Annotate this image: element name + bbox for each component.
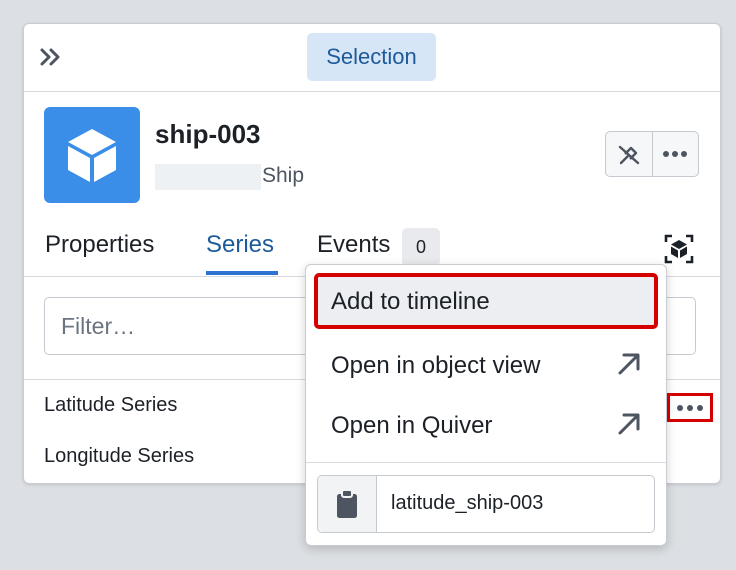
object-actions [605, 131, 699, 177]
tab-events[interactable]: Events [317, 231, 390, 259]
menu-item-add-to-timeline[interactable]: Add to timeline [314, 273, 658, 329]
double-chevron-right-icon[interactable] [36, 44, 66, 70]
object-focus-icon [664, 234, 694, 264]
series-context-menu: Add to timeline Open in object view Open… [305, 264, 667, 546]
menu-item-open-in-quiver[interactable]: Open in Quiver [314, 397, 658, 453]
object-type-placeholder-bar [155, 164, 261, 190]
cube-icon [44, 107, 140, 203]
tab-series[interactable]: Series [206, 231, 274, 259]
menu-item-label: Open in Quiver [331, 412, 493, 439]
filter-input[interactable] [45, 298, 301, 354]
arrow-up-right-icon [614, 409, 644, 446]
series-item-latitude[interactable]: Latitude Series [44, 394, 177, 417]
copy-series-id-field: latitude_ship-003 [317, 475, 655, 533]
tab-properties[interactable]: Properties [45, 231, 154, 259]
active-tab-indicator [206, 271, 278, 275]
series-id-text: latitude_ship-003 [391, 492, 544, 514]
menu-item-label: Add to timeline [331, 288, 490, 315]
panel-toolbar: Selection [24, 24, 720, 92]
series-item-longitude[interactable]: Longitude Series [44, 445, 194, 468]
more-options-button[interactable] [651, 132, 699, 176]
events-count-badge: 0 [402, 228, 440, 266]
clipboard-icon [337, 489, 357, 518]
pin-off-button[interactable] [606, 132, 652, 176]
object-title: ship-003 [155, 119, 261, 149]
copy-button[interactable] [318, 476, 377, 532]
arrow-up-right-icon [614, 349, 644, 386]
selection-tab[interactable]: Selection [307, 33, 436, 81]
more-horizontal-icon [677, 404, 703, 411]
object-type: Ship [262, 164, 305, 187]
focus-object-button[interactable] [662, 232, 696, 266]
menu-divider [306, 462, 666, 463]
series-more-button[interactable] [667, 393, 713, 422]
menu-item-open-in-object-view[interactable]: Open in object view [314, 337, 658, 393]
more-horizontal-icon [663, 151, 688, 157]
pin-off-icon [618, 145, 639, 165]
menu-item-label: Open in object view [331, 352, 541, 379]
